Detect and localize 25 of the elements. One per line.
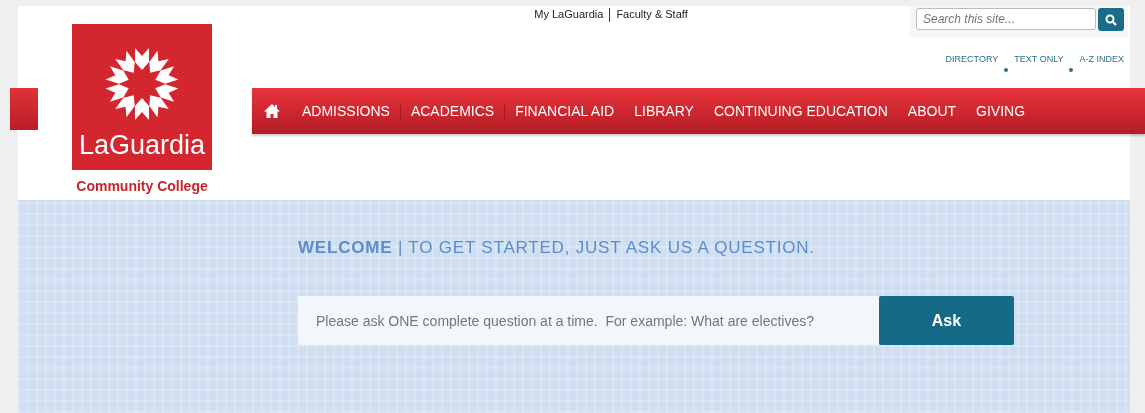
logo-subtitle: Community College (76, 178, 208, 194)
nav-item[interactable]: FINANCIAL AID (505, 103, 625, 119)
search-icon (1105, 13, 1117, 26)
nav-item[interactable]: ACADEMICS (400, 103, 506, 119)
nav-item[interactable]: GIVING (966, 103, 1036, 119)
top-link[interactable]: Faculty & Staff (616, 8, 688, 22)
nav-item[interactable]: ABOUT (897, 103, 967, 119)
ribbon-decoration (10, 88, 38, 130)
home-icon[interactable] (264, 103, 280, 119)
utility-link[interactable]: A-Z INDEX (1079, 54, 1124, 64)
logo-text: LaGuardia (78, 130, 206, 160)
nav-item[interactable]: ADMISSIONS (292, 103, 401, 119)
search-field[interactable]: Search this site... (916, 8, 1096, 30)
nav-item[interactable]: LIBRARY (624, 103, 704, 119)
bullet-icon (1069, 68, 1074, 72)
utility-link[interactable]: TEXT ONLY (1014, 54, 1064, 64)
bullet-icon (1004, 68, 1009, 72)
welcome-heading: WELCOME | TO GET STARTED, JUST ASK US A QUESTION. (298, 238, 816, 258)
utility-link[interactable]: DIRECTORY (945, 54, 999, 64)
college-logo[interactable]: LaGuardia (72, 24, 212, 170)
search-button[interactable] (1098, 8, 1124, 31)
top-link[interactable]: My LaGuardia (534, 8, 604, 22)
nav-item[interactable]: CONTINUING EDUCATION (703, 103, 898, 119)
question-field[interactable]: Please ask ONE complete question at a time. For example: What are electives? (298, 296, 879, 345)
ask-button[interactable]: Ask (879, 296, 1014, 345)
